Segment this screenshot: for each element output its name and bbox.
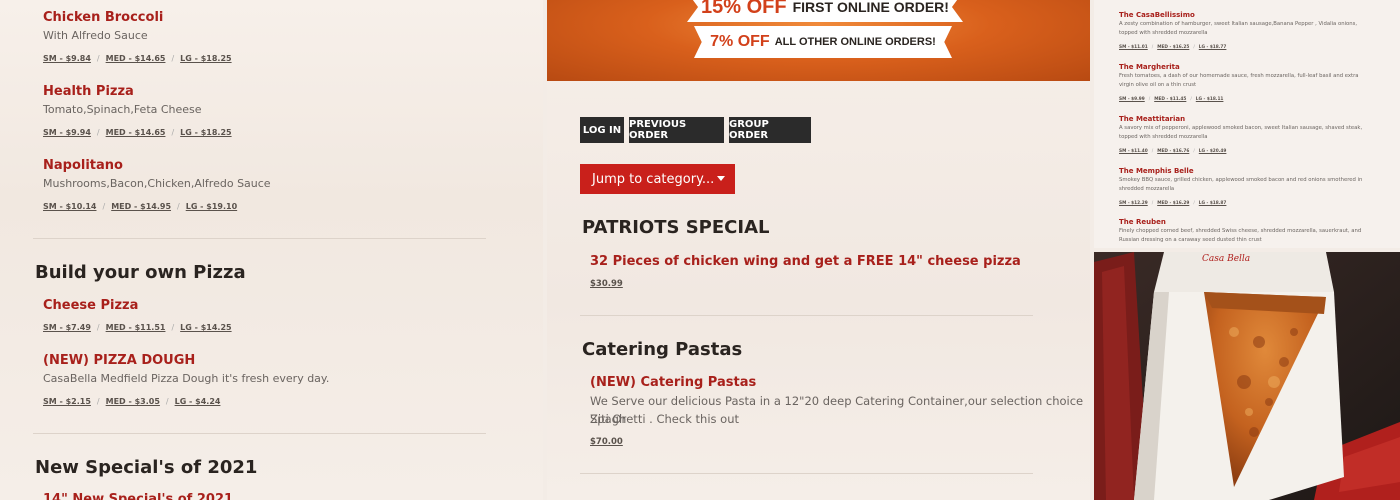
- price-large-link[interactable]: LG - $14.25: [180, 323, 231, 332]
- price-large-link[interactable]: LG - $18.77: [1199, 45, 1227, 50]
- menu-item-desc: With Alfredo Sauce: [43, 29, 148, 42]
- menu-item-name[interactable]: (NEW) Catering Pastas: [590, 375, 756, 390]
- login-button[interactable]: LOG IN: [580, 117, 624, 143]
- promo-other-text: ALL OTHER ONLINE ORDERS!: [774, 36, 936, 48]
- price-row: SM - $11.40/ MED - $16.76/ LG - $20.49: [1119, 149, 1227, 154]
- pizza-slice-image: [1094, 252, 1400, 500]
- price-small-link[interactable]: SM - $7.49: [43, 323, 91, 332]
- menu-item-name[interactable]: (NEW) PIZZA DOUGH: [43, 353, 195, 368]
- menu-item-name[interactable]: The Meattitarian: [1119, 115, 1185, 123]
- price-large-link[interactable]: LG - $19.10: [186, 202, 237, 211]
- price-small-link[interactable]: SM - $12.29: [1119, 201, 1148, 206]
- menu-item-desc-cont: shredded mozzarella: [1119, 186, 1175, 192]
- promo-ribbon-first: 15% OFF FIRST ONLINE ORDER!: [687, 0, 963, 22]
- menu-item-name[interactable]: 14" New Special's of 2021: [43, 492, 233, 500]
- menu-item-name[interactable]: Health Pizza: [43, 84, 134, 99]
- price-medium-link[interactable]: MED - $14.65: [106, 128, 166, 137]
- menu-item-desc-cont: Russian dressing on a caraway seed duste…: [1119, 237, 1262, 243]
- price-row: SM - $12.29/ MED - $16.29/ LG - $18.87: [1119, 201, 1227, 206]
- chevron-down-icon: [717, 176, 725, 181]
- category-title: New Special's of 2021: [35, 457, 258, 478]
- price-row: SM - $2.15/ MED - $3.05/ LG - $4.24: [43, 397, 221, 406]
- price-medium-link[interactable]: MED - $11.51: [106, 323, 166, 332]
- price-large-link[interactable]: LG - $18.11: [1196, 97, 1224, 102]
- promo-first-text: FIRST ONLINE ORDER!: [792, 0, 949, 15]
- price-large-link[interactable]: LG - $18.25: [180, 54, 231, 63]
- price-medium-link[interactable]: MED - $14.65: [106, 54, 166, 63]
- price-row: SM - $9.99/ MED - $11.45/ LG - $18.11: [1119, 97, 1224, 102]
- price-row: SM - $11.01/ MED - $16.25/ LG - $18.77: [1119, 45, 1227, 50]
- left-menu-panel: Chicken Broccoli With Alfredo Sauce SM -…: [0, 0, 543, 500]
- box-logo-text: Casa Bella: [1202, 254, 1251, 264]
- menu-item-desc: Mushrooms,Bacon,Chicken,Alfredo Sauce: [43, 177, 271, 190]
- menu-item-name[interactable]: The Reuben: [1119, 218, 1166, 226]
- menu-item-desc-cont: topped with shredded mozzarella: [1119, 134, 1208, 140]
- promo-ribbon-other: 7% OFF ALL OTHER ONLINE ORDERS!: [694, 26, 952, 58]
- price-row: SM - $9.94/ MED - $14.65/ LG - $18.25: [43, 128, 232, 137]
- price-medium-link[interactable]: MED - $11.45: [1154, 97, 1186, 102]
- price-large-link[interactable]: LG - $4.24: [175, 397, 221, 406]
- menu-item-desc-cont: Spaghetti . Check this out: [590, 412, 739, 426]
- category-title: Build your own Pizza: [35, 262, 246, 283]
- jump-to-category-dropdown[interactable]: Jump to category...: [580, 164, 735, 194]
- pizza-photo: Casa Bella: [1094, 252, 1400, 500]
- category-title: Catering Pastas: [582, 339, 743, 360]
- section-divider: [33, 238, 486, 239]
- menu-item-name[interactable]: 32 Pieces of chicken wing and get a FREE…: [590, 254, 1021, 269]
- menu-item-name[interactable]: Chicken Broccoli: [43, 10, 163, 25]
- middle-menu-panel: 15% OFF FIRST ONLINE ORDER! 7% OFF ALL O…: [547, 0, 1090, 500]
- price-small-link[interactable]: SM - $9.84: [43, 54, 91, 63]
- section-divider: [580, 315, 1033, 316]
- price-row: $70.00: [590, 437, 623, 447]
- menu-item-desc-cont: topped with shredded mozzarella: [1119, 30, 1208, 36]
- price-large-link[interactable]: LG - $18.87: [1199, 201, 1227, 206]
- category-title: PATRIOTS SPECIAL: [582, 217, 770, 238]
- price-medium-link[interactable]: MED - $16.25: [1157, 45, 1189, 50]
- section-divider: [33, 433, 486, 434]
- menu-item-name[interactable]: Napolitano: [43, 158, 123, 173]
- specialty-menu-thumbnail: The CasaBellissimo A zesty combination o…: [1094, 0, 1400, 248]
- price-medium-link[interactable]: MED - $3.05: [106, 397, 160, 406]
- previous-order-button[interactable]: PREVIOUS ORDER: [629, 117, 724, 143]
- menu-item-name[interactable]: Cheese Pizza: [43, 298, 138, 313]
- menu-item-desc-cont: virgin olive oil on a thin crust: [1119, 82, 1197, 88]
- section-divider: [580, 473, 1033, 474]
- price-large-link[interactable]: LG - $20.49: [1199, 149, 1227, 154]
- price-link[interactable]: $70.00: [590, 437, 623, 447]
- menu-item-name[interactable]: The Memphis Belle: [1119, 167, 1194, 175]
- price-row: SM - $9.84/ MED - $14.65/ LG - $18.25: [43, 54, 232, 63]
- price-small-link[interactable]: SM - $11.01: [1119, 45, 1148, 50]
- price-medium-link[interactable]: MED - $16.76: [1157, 149, 1189, 154]
- price-large-link[interactable]: LG - $18.25: [180, 128, 231, 137]
- promo-banner: 15% OFF FIRST ONLINE ORDER! 7% OFF ALL O…: [547, 0, 1090, 81]
- price-link[interactable]: $30.99: [590, 279, 623, 289]
- price-small-link[interactable]: SM - $9.94: [43, 128, 91, 137]
- menu-item-desc: CasaBella Medfield Pizza Dough it's fres…: [43, 372, 330, 385]
- group-order-button[interactable]: GROUP ORDER: [729, 117, 811, 143]
- price-row: SM - $7.49/ MED - $11.51/ LG - $14.25: [43, 323, 232, 332]
- price-small-link[interactable]: SM - $10.14: [43, 202, 96, 211]
- promo-other-discount: 7% OFF: [710, 33, 770, 50]
- menu-item-desc: Tomato,Spinach,Feta Cheese: [43, 103, 202, 116]
- price-row: SM - $10.14/ MED - $14.95/ LG - $19.10: [43, 202, 238, 211]
- price-small-link[interactable]: SM - $2.15: [43, 397, 91, 406]
- jump-to-category-label: Jump to category...: [592, 171, 715, 187]
- price-row: $30.99: [590, 279, 623, 289]
- price-small-link[interactable]: SM - $11.40: [1119, 149, 1148, 154]
- price-small-link[interactable]: SM - $9.99: [1119, 97, 1145, 102]
- price-medium-link[interactable]: MED - $16.29: [1157, 201, 1189, 206]
- menu-item-name[interactable]: The Margherita: [1119, 63, 1180, 71]
- menu-item-name[interactable]: The CasaBellissimo: [1119, 11, 1195, 19]
- promo-first-discount: 15% OFF: [701, 0, 787, 18]
- price-medium-link[interactable]: MED - $14.95: [111, 202, 171, 211]
